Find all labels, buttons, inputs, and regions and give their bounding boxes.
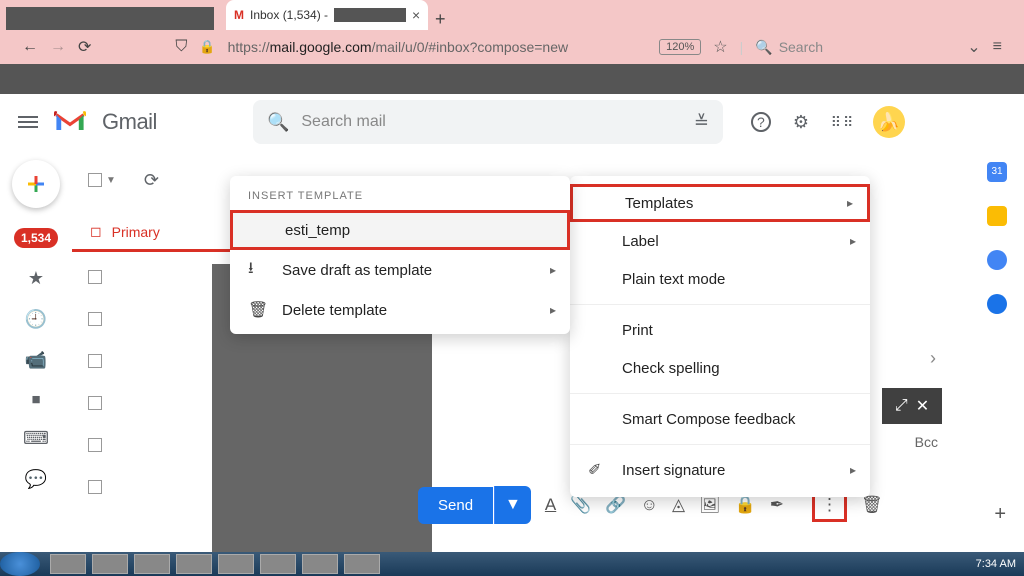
taskbar-pins bbox=[50, 554, 380, 574]
delete-template[interactable]: 🗑Delete template bbox=[230, 290, 570, 330]
pen-icon: ✐ bbox=[588, 460, 601, 480]
kebab-icon: ⋮ bbox=[821, 495, 838, 514]
inbox-count-badge[interactable]: 1,534 bbox=[14, 228, 58, 248]
left-sidebar: 1,534 ★ 🕘 📹 ■ ⌨ 💬 bbox=[0, 150, 72, 552]
add-addon-icon[interactable]: + bbox=[994, 503, 1006, 526]
send-button[interactable]: Send bbox=[418, 487, 493, 524]
tasks-app-icon[interactable] bbox=[987, 250, 1007, 270]
gmail-logo-icon bbox=[54, 110, 86, 134]
menu-smart-compose[interactable]: Smart Compose feedback bbox=[570, 400, 870, 438]
pocket-icon[interactable]: ⌄ bbox=[967, 37, 980, 57]
submenu-header: INSERT TEMPLATE bbox=[230, 180, 570, 210]
taskbar-app[interactable] bbox=[260, 554, 296, 574]
forward-icon: → bbox=[50, 38, 66, 56]
close-compose-icon[interactable]: ✕ bbox=[916, 396, 929, 416]
search-input[interactable] bbox=[301, 113, 681, 131]
inbox-icon: ◻ bbox=[90, 223, 102, 240]
menu-templates[interactable]: Templates bbox=[570, 184, 870, 222]
taskbar-app[interactable] bbox=[176, 554, 212, 574]
taskbar-app[interactable] bbox=[218, 554, 254, 574]
support-icon[interactable]: ? bbox=[751, 112, 771, 132]
zoom-badge[interactable]: 120% bbox=[659, 39, 701, 55]
confidential-icon[interactable]: 🔒 bbox=[735, 495, 756, 515]
formatting-icon[interactable]: A bbox=[545, 495, 556, 515]
emoji-icon[interactable]: ☺ bbox=[641, 495, 658, 515]
meet-video-icon[interactable]: ■ bbox=[31, 391, 40, 408]
side-panel-toggle-icon[interactable]: › bbox=[930, 348, 936, 369]
taskbar-app[interactable] bbox=[134, 554, 170, 574]
redacted-toolbar bbox=[0, 64, 1024, 94]
insert-link-icon[interactable]: 🔗 bbox=[605, 495, 626, 515]
bookmark-star-icon[interactable]: ☆ bbox=[713, 37, 727, 57]
insert-photo-icon[interactable]: 🖼 bbox=[699, 495, 721, 515]
tab-label: Primary bbox=[112, 224, 160, 240]
menu-check-spelling[interactable]: Check spelling bbox=[570, 349, 870, 387]
taskbar-app[interactable] bbox=[50, 554, 86, 574]
trash-icon: 🗑 bbox=[248, 300, 268, 320]
tab-title: Inbox (1,534) - bbox=[250, 8, 328, 22]
popout-icon[interactable]: ⤢ bbox=[895, 397, 908, 415]
keyboard-icon[interactable]: ⌨ bbox=[23, 428, 49, 449]
keep-app-icon[interactable] bbox=[987, 206, 1007, 226]
taskbar-app[interactable] bbox=[344, 554, 380, 574]
templates-submenu: INSERT TEMPLATE esti_temp ⭳Save draft as… bbox=[230, 176, 570, 334]
starred-icon[interactable]: ★ bbox=[28, 268, 44, 289]
plus-icon bbox=[24, 172, 48, 196]
search-options-icon[interactable]: ≚ bbox=[694, 112, 709, 133]
save-draft-as-template[interactable]: ⭳Save draft as template bbox=[230, 250, 570, 290]
gmail-wordmark: Gmail bbox=[102, 109, 157, 135]
signature-icon[interactable]: ✒ bbox=[770, 495, 784, 515]
calendar-app-icon[interactable]: 31 bbox=[987, 162, 1007, 182]
browser-tab-strip: M Inbox (1,534) - × + bbox=[0, 0, 1024, 30]
refresh-icon[interactable]: ⟳ bbox=[144, 170, 159, 191]
discard-draft-icon[interactable]: 🗑 bbox=[861, 495, 883, 515]
close-tab-icon[interactable]: × bbox=[412, 7, 420, 23]
browser-tab-active[interactable]: M Inbox (1,534) - × bbox=[226, 0, 428, 30]
shield-icon[interactable]: ⛉ bbox=[175, 38, 187, 56]
menu-plain-text[interactable]: Plain text mode bbox=[570, 260, 870, 298]
gmail-favicon-icon: M bbox=[234, 8, 244, 22]
url-text[interactable]: https://mail.google.com/mail/u/0/#inbox?… bbox=[228, 39, 568, 55]
browser-toolbar: ← → ⟳ ⛉ 🔒 https://mail.google.com/mail/u… bbox=[0, 30, 1024, 64]
compose-button[interactable] bbox=[12, 160, 60, 208]
browser-search-box[interactable]: 🔍 Search bbox=[755, 39, 955, 56]
bcc-link[interactable]: Bcc bbox=[915, 434, 938, 450]
apps-grid-icon[interactable]: ⠿⠿ bbox=[831, 110, 855, 134]
hangouts-icon[interactable]: 💬 bbox=[25, 469, 47, 490]
right-side-panel: 31 bbox=[970, 150, 1024, 552]
snoozed-icon[interactable]: 🕘 bbox=[25, 309, 47, 330]
menu-label[interactable]: Label bbox=[570, 222, 870, 260]
redacted-area bbox=[6, 7, 214, 30]
compose-window-controls: ⤢ ✕ bbox=[882, 388, 942, 424]
account-avatar[interactable]: 🍌 bbox=[873, 106, 905, 138]
menu-print[interactable]: Print bbox=[570, 311, 870, 349]
menu-insert-signature[interactable]: ✐Insert signature bbox=[570, 451, 870, 489]
reload-icon[interactable]: ⟳ bbox=[78, 37, 91, 57]
meet-camera-icon[interactable]: 📹 bbox=[25, 350, 47, 371]
settings-gear-icon[interactable]: ⚙ bbox=[789, 110, 813, 134]
search-icon: 🔍 bbox=[267, 112, 289, 133]
system-clock[interactable]: 7:34 AM bbox=[976, 558, 1016, 570]
gmail-header: Gmail 🔍 ≚ ? ⚙ ⠿⠿ 🍌 bbox=[0, 94, 1024, 150]
search-icon: 🔍 bbox=[755, 39, 772, 56]
contacts-app-icon[interactable] bbox=[987, 294, 1007, 314]
attach-icon[interactable]: 📎 bbox=[570, 495, 591, 515]
taskbar-app[interactable] bbox=[92, 554, 128, 574]
download-icon: ⭳ bbox=[248, 257, 254, 284]
drive-icon[interactable]: ◬ bbox=[672, 495, 685, 515]
lock-icon[interactable]: 🔒 bbox=[199, 39, 215, 55]
new-tab-button[interactable]: + bbox=[428, 9, 452, 30]
compose-more-menu: Templates Label Plain text mode Print Ch… bbox=[570, 176, 870, 497]
redacted-email bbox=[334, 8, 406, 22]
gmail-search-bar[interactable]: 🔍 ≚ bbox=[253, 100, 723, 144]
main-menu-icon[interactable] bbox=[18, 116, 38, 128]
send-options-dropdown[interactable]: ▼ bbox=[494, 486, 531, 524]
select-all-checkbox[interactable]: ▼ bbox=[88, 173, 116, 187]
back-icon[interactable]: ← bbox=[22, 38, 38, 56]
windows-taskbar[interactable]: 7:34 AM bbox=[0, 552, 1024, 576]
start-button[interactable] bbox=[0, 552, 40, 576]
template-item-esti-temp[interactable]: esti_temp bbox=[230, 210, 570, 250]
menu-icon[interactable]: ≡ bbox=[993, 38, 1002, 56]
taskbar-app[interactable] bbox=[302, 554, 338, 574]
